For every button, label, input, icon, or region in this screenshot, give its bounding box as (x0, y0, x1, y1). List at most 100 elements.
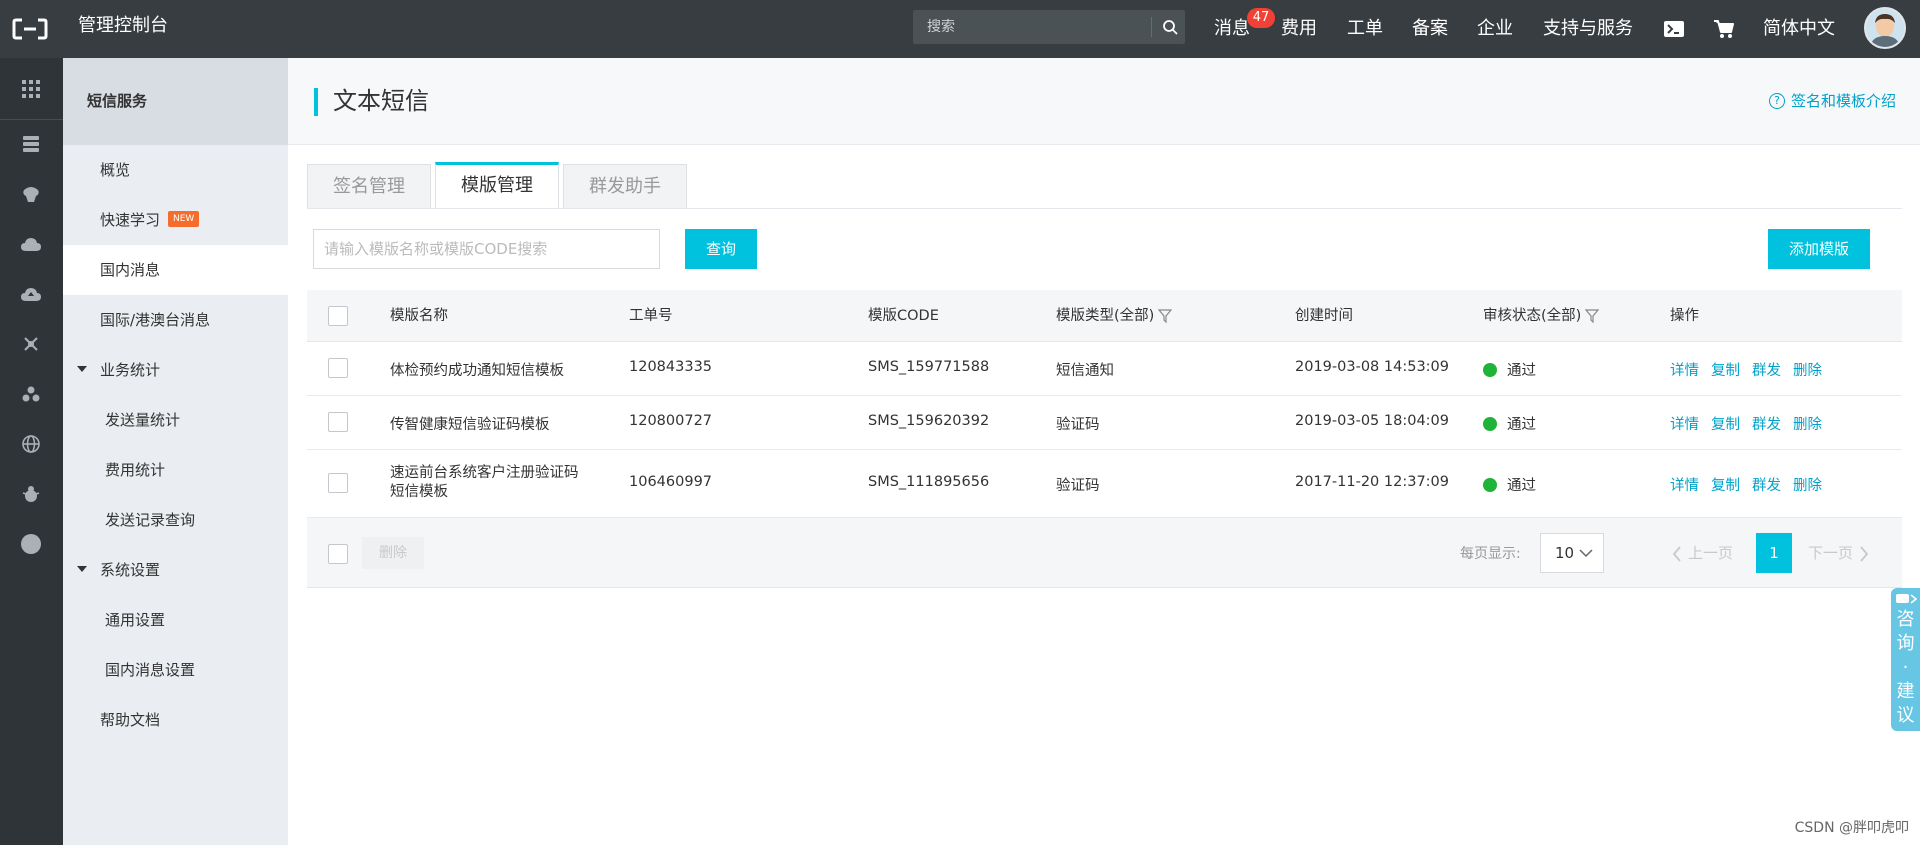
consult-char: · (1902, 657, 1909, 678)
sidebar-item-domestic-settings[interactable]: 国内消息设置 (63, 645, 288, 695)
delete-link[interactable]: 删除 (1793, 363, 1822, 379)
per-page-value: 10 (1555, 544, 1575, 562)
cluster-icon[interactable] (16, 379, 46, 409)
nav-icp[interactable]: 备案 (1412, 0, 1448, 58)
sidebar-item-general-settings[interactable]: 通用设置 (63, 595, 288, 645)
detail-link[interactable]: 详情 (1670, 478, 1699, 494)
col-type-filter[interactable]: 模版类型(全部) (1056, 307, 1173, 325)
question-icon: ? (1768, 93, 1785, 109)
row-checkbox[interactable] (328, 358, 348, 378)
sidebar-item-send-volume[interactable]: 发送量统计 (63, 395, 288, 445)
global-search-input[interactable] (913, 10, 1151, 44)
cart-icon[interactable] (1711, 16, 1737, 42)
bulk-send-link[interactable]: 群发 (1752, 417, 1781, 433)
delete-link[interactable]: 删除 (1793, 478, 1822, 494)
brain-icon[interactable] (16, 179, 46, 209)
globe-icon[interactable] (16, 429, 46, 459)
template-code: SMS_111895656 (868, 474, 990, 490)
col-ticket: 工单号 (629, 308, 673, 324)
circle-icon[interactable] (16, 529, 46, 559)
sidebar-header: 短信服务 (63, 58, 288, 145)
status: 通过 (1483, 413, 1536, 434)
sidebar-item-label: 帮助文档 (100, 711, 161, 729)
next-page-button[interactable]: 下一页 (1808, 533, 1869, 573)
tab-signatures[interactable]: 签名管理 (307, 164, 431, 209)
created-time: 2019-03-08 14:53:09 (1295, 359, 1449, 375)
template-type: 短信通知 (1056, 363, 1114, 379)
sidebar-group-business-stats[interactable]: 业务统计 (63, 345, 288, 395)
sidebar: 短信服务 概览 快速学习 NEW 国内消息 国际/港澳台消息 业务统计 发送量统计… (63, 58, 288, 845)
product-rail (0, 58, 63, 845)
sidebar-group-system-settings[interactable]: 系统设置 (63, 545, 288, 595)
per-page-select[interactable]: 10 (1540, 533, 1604, 573)
sidebar-item-cost-stats[interactable]: 费用统计 (63, 445, 288, 495)
prev-page-button[interactable]: 上一页 (1672, 533, 1733, 573)
sidebar-item-help-docs[interactable]: 帮助文档 (63, 695, 288, 745)
nav-enterprise[interactable]: 企业 (1477, 0, 1513, 58)
ticket-number: 106460997 (629, 474, 713, 490)
filter-icon (1158, 309, 1173, 323)
row-checkbox[interactable] (328, 412, 348, 432)
sidebar-item-international[interactable]: 国际/港澳台消息 (63, 295, 288, 345)
sidebar-item-overview[interactable]: 概览 (63, 145, 288, 195)
sidebar-item-domestic[interactable]: 国内消息 (63, 245, 288, 295)
sidebar-item-quick-learn[interactable]: 快速学习 NEW (63, 195, 288, 245)
nav-tickets[interactable]: 工单 (1347, 0, 1383, 58)
search-icon (1163, 20, 1178, 35)
detail-link[interactable]: 详情 (1670, 417, 1699, 433)
nav-language[interactable]: 简体中文 (1763, 0, 1835, 58)
col-name: 模版名称 (390, 308, 448, 324)
tab-templates[interactable]: 模版管理 (435, 162, 559, 209)
template-name-line: 速运前台系统客户注册验证码 (390, 465, 579, 481)
row-actions: 详情 复制 群发 删除 (1670, 413, 1834, 434)
table-header: 模版名称 工单号 模版CODE 模版类型(全部) 创建时间 审核状态(全部) 操… (307, 290, 1902, 342)
console-title[interactable]: 管理控制台 (78, 14, 168, 38)
template-code: SMS_159620392 (868, 413, 990, 429)
sidebar-item-label: 发送记录查询 (105, 511, 196, 529)
select-all-checkbox[interactable] (328, 306, 348, 326)
consult-char: 询 (1896, 633, 1915, 654)
query-button[interactable]: 查询 (685, 229, 757, 269)
cloud-upload-icon[interactable] (16, 279, 46, 309)
network-icon[interactable] (16, 329, 46, 359)
help-link[interactable]: ? 签名和模板介绍 (1768, 89, 1896, 113)
nav-support[interactable]: 支持与服务 (1543, 0, 1633, 58)
bulk-send-link[interactable]: 群发 (1752, 478, 1781, 494)
cloud-icon[interactable] (16, 229, 46, 259)
server-icon[interactable] (16, 129, 46, 159)
delete-link[interactable]: 删除 (1793, 417, 1822, 433)
bulk-send-link[interactable]: 群发 (1752, 363, 1781, 379)
bug-icon[interactable] (16, 479, 46, 509)
bulk-delete-button[interactable]: 删除 (362, 537, 424, 569)
consult-char: 咨 (1896, 609, 1915, 630)
col-status-filter[interactable]: 审核状态(全部) (1483, 307, 1600, 325)
template-name: 体检预约成功通知短信模板 (390, 363, 564, 379)
new-badge: NEW (168, 210, 200, 227)
tab-bulk-send[interactable]: 群发助手 (563, 164, 687, 209)
grid-icon[interactable] (16, 74, 46, 104)
consult-widget[interactable]: 咨 询 · 建 议 (1891, 588, 1920, 731)
col-created: 创建时间 (1295, 308, 1353, 324)
search-button[interactable] (1155, 10, 1185, 44)
template-name: 速运前台系统客户注册验证码 短信模板 (390, 464, 579, 502)
copy-link[interactable]: 复制 (1711, 417, 1740, 433)
chevron-down-icon (1579, 549, 1593, 558)
aliyun-logo-icon[interactable] (10, 12, 50, 46)
current-page[interactable]: 1 (1756, 533, 1792, 573)
sidebar-item-send-records[interactable]: 发送记录查询 (63, 495, 288, 545)
sidebar-item-label: 国际/港澳台消息 (100, 311, 211, 329)
detail-link[interactable]: 详情 (1670, 363, 1699, 379)
table-row: 速运前台系统客户注册验证码 短信模板 106460997 SMS_1118956… (307, 450, 1902, 518)
template-search-input[interactable] (313, 229, 660, 269)
copy-link[interactable]: 复制 (1711, 363, 1740, 379)
ticket-number: 120843335 (629, 359, 713, 375)
footer-select-all-checkbox[interactable] (328, 544, 348, 564)
nav-billing[interactable]: 费用 (1281, 0, 1317, 58)
row-checkbox[interactable] (328, 473, 348, 493)
terminal-icon[interactable] (1661, 16, 1687, 42)
nav-messages[interactable]: 消息 (1214, 0, 1250, 58)
user-avatar[interactable] (1864, 7, 1906, 49)
add-template-button[interactable]: 添加模版 (1768, 229, 1870, 269)
copy-link[interactable]: 复制 (1711, 478, 1740, 494)
created-time: 2019-03-05 18:04:09 (1295, 413, 1449, 429)
